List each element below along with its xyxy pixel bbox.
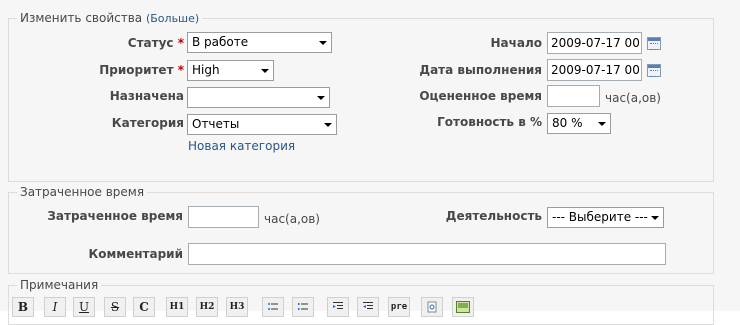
underline-button[interactable]: U	[73, 297, 95, 317]
heading3-button[interactable]: H3	[226, 297, 248, 317]
calendar-icon[interactable]	[647, 64, 661, 77]
image-icon	[456, 301, 470, 313]
status-label-text: Статус	[127, 36, 174, 50]
priority-label-text: Приоритет	[99, 63, 174, 77]
activity-select[interactable]: --- Выберите ---	[547, 207, 664, 228]
indent-icon	[333, 302, 343, 309]
chevron-down-icon	[319, 41, 327, 45]
assigned-label: Назначена	[109, 89, 184, 103]
priority-required-mark: *	[177, 63, 184, 77]
chevron-down-icon	[317, 96, 325, 100]
spent-time-unit: час(а,ов)	[264, 212, 320, 226]
new-category-link[interactable]: Новая категория	[188, 138, 295, 154]
chevron-down-icon	[598, 122, 606, 126]
properties-legend: Изменить свойства (Больше)	[17, 10, 203, 27]
estimated-time-input[interactable]	[547, 85, 600, 107]
chevron-down-icon	[324, 123, 332, 127]
image-button[interactable]	[452, 297, 474, 317]
time-entry-legend: Затраченное время	[17, 184, 148, 200]
code-button[interactable]: C	[133, 297, 155, 317]
priority-label: Приоритет *	[60, 62, 184, 78]
status-select-value: В работе	[192, 35, 249, 49]
spent-time-label: Затраченное время	[47, 209, 183, 223]
comment-input[interactable]	[188, 243, 666, 265]
priority-select-value: High	[192, 63, 220, 77]
bullet-list-icon	[268, 303, 278, 310]
due-date-label: Дата выполнения	[419, 63, 542, 77]
heading2-button[interactable]: H2	[196, 297, 218, 317]
start-date-label: Начало	[490, 36, 542, 50]
link-icon	[427, 301, 437, 313]
estimated-time-label: Оцененное время	[419, 89, 542, 103]
notes-legend: Примечания	[17, 277, 102, 293]
spent-time-input[interactable]	[188, 206, 259, 228]
heading1-button[interactable]: H1	[166, 297, 188, 317]
done-ratio-select[interactable]: 80 %	[547, 113, 611, 134]
link-button[interactable]	[421, 297, 443, 317]
comment-label: Комментарий	[88, 247, 183, 261]
calendar-icon[interactable]	[647, 37, 661, 50]
status-label: Статус *	[60, 35, 184, 51]
done-ratio-select-value: 80 %	[552, 116, 583, 130]
start-date-input[interactable]: 2009-07-17 00:00	[547, 32, 642, 54]
numbered-list-icon	[298, 303, 308, 310]
issue-edit-panel: Изменить свойства (Больше) Статус * В ра…	[0, 0, 740, 325]
chevron-down-icon	[261, 69, 269, 73]
bold-button[interactable]: B	[12, 297, 34, 317]
more-link[interactable]: (Больше)	[146, 12, 199, 25]
unordered-list-button[interactable]	[262, 297, 284, 317]
preformatted-button[interactable]: pre	[388, 297, 410, 317]
category-label: Категория	[111, 116, 184, 130]
priority-select[interactable]: High	[187, 60, 274, 81]
activity-select-value: --- Выберите ---	[552, 210, 648, 224]
activity-label: Деятельность	[445, 209, 542, 223]
italic-button[interactable]: I	[44, 297, 66, 317]
due-date-input[interactable]: 2009-07-17 00:00	[547, 59, 642, 81]
assigned-select[interactable]	[187, 87, 330, 108]
estimated-time-unit: час(а,ов)	[605, 91, 661, 105]
strikethrough-button[interactable]: S	[104, 297, 126, 317]
indent-button[interactable]	[327, 297, 349, 317]
done-ratio-label: Готовность в %	[437, 115, 542, 129]
properties-legend-text: Изменить свойства	[20, 11, 143, 25]
chevron-down-icon	[651, 216, 659, 220]
category-select-value: Отчеты	[192, 117, 240, 131]
status-select[interactable]: В работе	[187, 32, 332, 53]
outdent-button[interactable]	[357, 297, 379, 317]
ordered-list-button[interactable]	[292, 297, 314, 317]
status-required-mark: *	[177, 36, 184, 50]
outdent-icon	[363, 302, 373, 309]
category-select[interactable]: Отчеты	[187, 114, 337, 135]
